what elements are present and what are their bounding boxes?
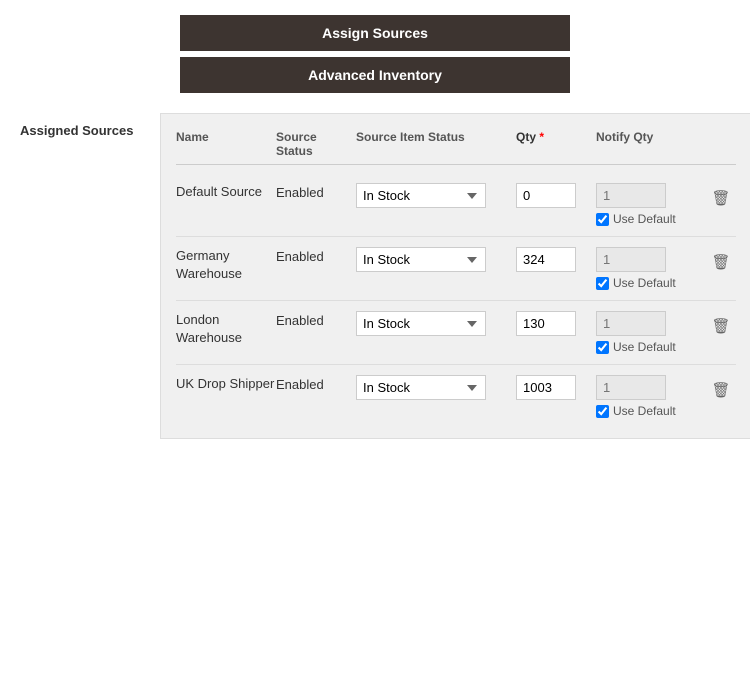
col-header-name: Name [176,130,276,158]
row-3-item-status-cell: In StockOut of Stock [356,375,516,400]
col-header-notify-qty: Notify Qty [596,130,706,158]
row-0-delete-cell: 🗑 [706,183,736,209]
row-1-use-default-label: Use Default [613,276,676,290]
row-2-item-status-select[interactable]: In StockOut of Stock [356,311,486,336]
row-3-status: Enabled [276,375,356,392]
row-3-delete-cell: 🗑 [706,375,736,401]
row-0-notify-input[interactable] [596,183,666,208]
row-0-use-default-label: Use Default [613,212,676,226]
row-2-delete-cell: 🗑 [706,311,736,337]
row-3-name: UK Drop Shipper [176,375,276,393]
row-0-item-status-select[interactable]: In StockOut of Stock [356,183,486,208]
row-2-qty-input[interactable] [516,311,576,336]
assigned-sources-table: Name Source Status Source Item Status Qt… [160,113,750,439]
col-header-actions [706,130,736,158]
row-1-use-default-checkbox[interactable] [596,277,609,290]
row-1-delete-cell: 🗑 [706,247,736,273]
table-row: UK Drop ShipperEnabledIn StockOut of Sto… [176,365,736,428]
row-1-status: Enabled [276,247,356,264]
row-3-qty-input[interactable] [516,375,576,400]
row-2-qty-cell [516,311,596,336]
advanced-inventory-button[interactable]: Advanced Inventory [180,57,570,93]
row-0-status: Enabled [276,183,356,200]
row-0-qty-input[interactable] [516,183,576,208]
table-row: London WarehouseEnabledIn StockOut of St… [176,301,736,365]
assign-sources-button[interactable]: Assign Sources [180,15,570,51]
row-0-item-status-cell: In StockOut of Stock [356,183,516,208]
row-3-item-status-select[interactable]: In StockOut of Stock [356,375,486,400]
row-0-use-default-row: Use Default [596,212,706,226]
row-2-notify-input[interactable] [596,311,666,336]
row-0-use-default-checkbox[interactable] [596,213,609,226]
table-header: Name Source Status Source Item Status Qt… [176,124,736,165]
row-0-qty-cell [516,183,596,208]
row-3-qty-cell [516,375,596,400]
table-rows-container: Default SourceEnabledIn StockOut of Stoc… [176,173,736,428]
row-2-status: Enabled [276,311,356,328]
row-1-name: Germany Warehouse [176,247,276,283]
col-header-source-item-status: Source Item Status [356,130,516,158]
row-3-delete-button[interactable]: 🗑 [709,379,732,401]
row-0-notify-cell: Use Default [596,183,706,226]
section-label: Assigned Sources [20,113,160,439]
row-2-use-default-label: Use Default [613,340,676,354]
row-1-item-status-cell: In StockOut of Stock [356,247,516,272]
table-row: Germany WarehouseEnabledIn StockOut of S… [176,237,736,301]
row-3-use-default-label: Use Default [613,404,676,418]
row-1-qty-cell [516,247,596,272]
row-1-item-status-select[interactable]: In StockOut of Stock [356,247,486,272]
row-1-delete-button[interactable]: 🗑 [709,251,732,273]
col-header-qty: Qty * [516,130,596,158]
row-1-qty-input[interactable] [516,247,576,272]
row-3-notify-input[interactable] [596,375,666,400]
row-2-name: London Warehouse [176,311,276,347]
row-2-delete-button[interactable]: 🗑 [709,315,732,337]
row-1-use-default-row: Use Default [596,276,706,290]
row-1-notify-cell: Use Default [596,247,706,290]
row-3-notify-cell: Use Default [596,375,706,418]
row-2-item-status-cell: In StockOut of Stock [356,311,516,336]
row-2-use-default-row: Use Default [596,340,706,354]
row-2-use-default-checkbox[interactable] [596,341,609,354]
row-0-delete-button[interactable]: 🗑 [709,187,732,209]
row-0-name: Default Source [176,183,276,201]
row-1-notify-input[interactable] [596,247,666,272]
row-3-use-default-checkbox[interactable] [596,405,609,418]
col-header-source-status: Source Status [276,130,356,158]
row-3-use-default-row: Use Default [596,404,706,418]
table-row: Default SourceEnabledIn StockOut of Stoc… [176,173,736,237]
required-star: * [539,130,544,144]
row-2-notify-cell: Use Default [596,311,706,354]
